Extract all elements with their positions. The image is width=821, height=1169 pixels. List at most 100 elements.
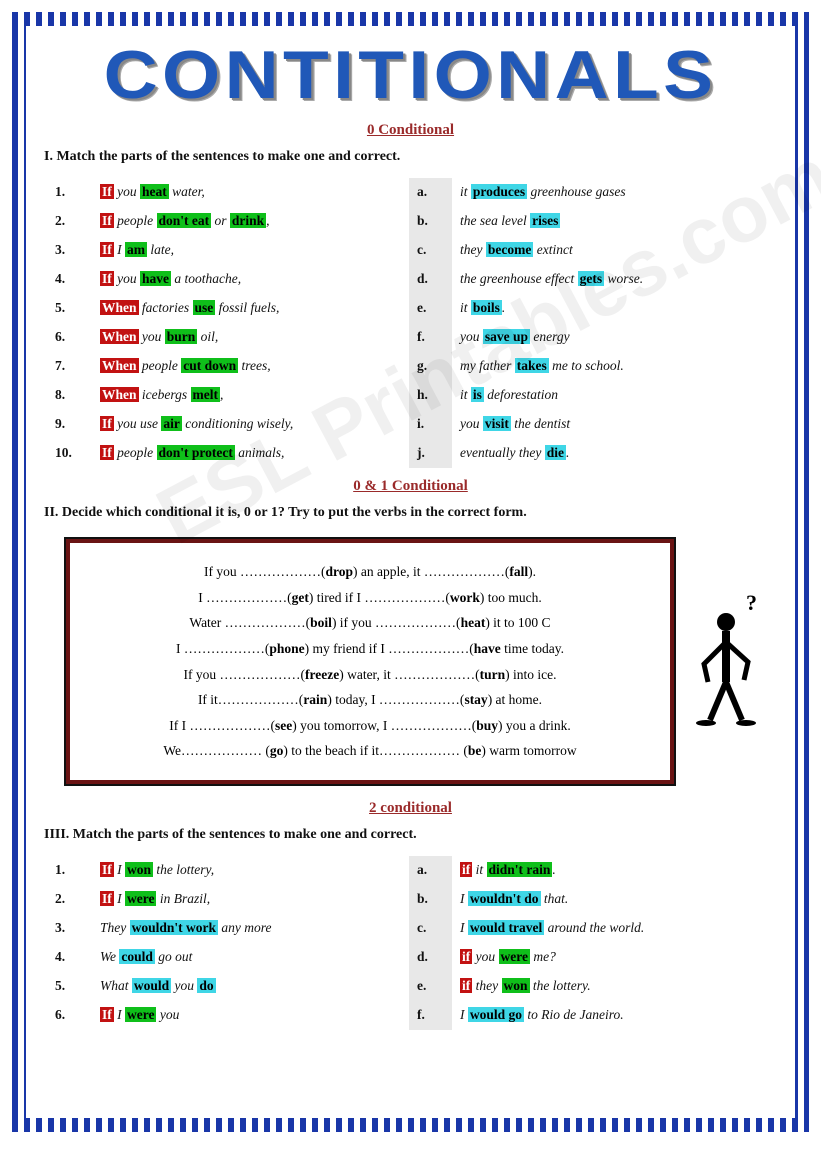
right-sentence: my father takes me to school. [452,352,775,381]
row-num: 1. [47,178,92,207]
section1-heading: 0 Conditional [44,122,777,139]
row-num: 7. [47,352,92,381]
left-sentence: What would you do [92,972,409,1001]
section2-row: If you ………………(drop) an apple, it ………………(… [44,531,777,792]
right-sentence: it produces greenhouse gases [452,178,775,207]
row-num: 8. [47,381,92,410]
table-row: 2.If people don't eat or drink,b.the sea… [47,207,775,236]
right-sentence: it is deforestation [452,381,775,410]
row-letter: c. [409,914,452,943]
table-row: 4.We could go outd.if you were me? [47,943,775,972]
left-sentence: We could go out [92,943,409,972]
table-row: 5.When factories use fossil fuels,e.it b… [47,294,775,323]
table-row: 3.They wouldn't work any morec.I would t… [47,914,775,943]
fill-line: If I ………………(see) you tomorrow, I ………………(… [90,713,650,739]
row-letter: j. [409,439,452,468]
left-sentence: If you have a toothache, [92,265,409,294]
table-row: 4.If you have a toothache,d.the greenhou… [47,265,775,294]
left-sentence: If I were you [92,1001,409,1030]
section3-instruction: IIII. Match the parts of the sentences t… [44,827,777,843]
row-num: 9. [47,410,92,439]
row-num: 4. [47,265,92,294]
table-row: 6.If I were youf.I would go to Rio de Ja… [47,1001,775,1030]
row-letter: d. [409,943,452,972]
table-row: 7.When people cut down trees,g.my father… [47,352,775,381]
row-num: 6. [47,1001,92,1030]
fill-line: We……………… (go) to the beach if it……………… (… [90,738,650,764]
table-row: 3.If I am late,c.they become extinct [47,236,775,265]
left-sentence: If I won the lottery, [92,856,409,885]
right-sentence: it boils. [452,294,775,323]
left-sentence: When you burn oil, [92,323,409,352]
right-sentence: the sea level rises [452,207,775,236]
row-num: 5. [47,294,92,323]
fill-line: Water ………………(boil) if you ………………(heat) i… [90,610,650,636]
row-letter: b. [409,207,452,236]
row-letter: i. [409,410,452,439]
right-sentence: if it didn't rain. [452,856,775,885]
row-letter: b. [409,885,452,914]
row-letter: g. [409,352,452,381]
right-sentence: if they won the lottery. [452,972,775,1001]
left-sentence: When factories use fossil fuels, [92,294,409,323]
left-sentence: When people cut down trees, [92,352,409,381]
row-letter: e. [409,294,452,323]
table-row: 5.What would you doe.if they won the lot… [47,972,775,1001]
row-letter: d. [409,265,452,294]
row-num: 1. [47,856,92,885]
right-sentence: I would go to Rio de Janeiro. [452,1001,775,1030]
section1-instruction: I. Match the parts of the sentences to m… [44,149,777,165]
row-letter: a. [409,856,452,885]
section2-instruction: II. Decide which conditional it is, 0 or… [44,505,777,521]
section2-heading: 0 & 1 Conditional [44,478,777,495]
row-num: 3. [47,236,92,265]
fill-line: If it………………(rain) today, I ………………(stay) … [90,687,650,713]
row-letter: a. [409,178,452,207]
thinking-figure-icon: ? [686,592,776,732]
right-sentence: I wouldn't do that. [452,885,775,914]
row-num: 2. [47,885,92,914]
right-sentence: eventually they die. [452,439,775,468]
right-sentence: the greenhouse effect gets worse. [452,265,775,294]
right-sentence: you visit the dentist [452,410,775,439]
table-row: 10.If people don't protect animals,j.eve… [47,439,775,468]
right-sentence: you save up energy [452,323,775,352]
section1-table: 1.If you heat water,a.it produces greenh… [44,175,777,470]
row-num: 5. [47,972,92,1001]
left-sentence: If you heat water, [92,178,409,207]
table-row: 8.When icebergs melt,h.it is deforestati… [47,381,775,410]
fill-line: I ………………(phone) my friend if I ………………(ha… [90,636,650,662]
row-letter: e. [409,972,452,1001]
left-sentence: If I were in Brazil, [92,885,409,914]
page-title: CONTITIONALS [7,36,813,114]
left-sentence: If I am late, [92,236,409,265]
row-letter: f. [409,1001,452,1030]
table-row: 1.If I won the lottery,a.if it didn't ra… [47,856,775,885]
svg-text:?: ? [746,592,757,615]
left-sentence: They wouldn't work any more [92,914,409,943]
section2-box: If you ………………(drop) an apple, it ………………(… [64,537,676,786]
right-sentence: if you were me? [452,943,775,972]
page: ESL Printables.com CONTITIONALS 0 Condit… [0,0,821,1169]
row-letter: f. [409,323,452,352]
row-num: 3. [47,914,92,943]
table-row: 2.If I were in Brazil,b.I wouldn't do th… [47,885,775,914]
row-num: 10. [47,439,92,468]
table-row: 1.If you heat water,a.it produces greenh… [47,178,775,207]
left-sentence: If people don't eat or drink, [92,207,409,236]
row-num: 6. [47,323,92,352]
left-sentence: If people don't protect animals, [92,439,409,468]
table-row: 6.When you burn oil,f.you save up energy [47,323,775,352]
row-letter: h. [409,381,452,410]
section3-heading: 2 conditional [44,800,777,817]
row-num: 2. [47,207,92,236]
left-sentence: When icebergs melt, [92,381,409,410]
row-letter: c. [409,236,452,265]
fill-line: I ………………(get) tired if I ………………(work) to… [90,585,650,611]
fill-line: If you ………………(drop) an apple, it ………………(… [90,559,650,585]
right-sentence: they become extinct [452,236,775,265]
right-sentence: I would travel around the world. [452,914,775,943]
left-sentence: If you use air conditioning wisely, [92,410,409,439]
section3-table: 1.If I won the lottery,a.if it didn't ra… [44,853,777,1032]
table-row: 9.If you use air conditioning wisely,i.y… [47,410,775,439]
